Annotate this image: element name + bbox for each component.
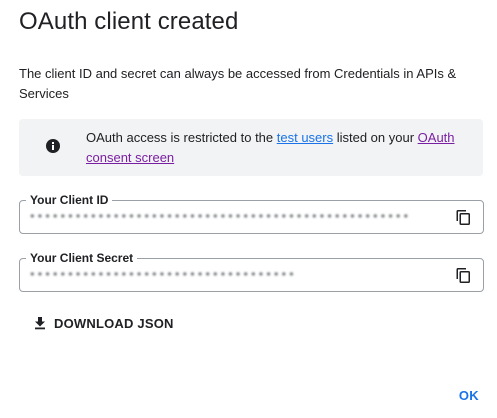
dialog-description: The client ID and secret can always be a… xyxy=(19,66,457,101)
notice-text-before: OAuth access is restricted to the xyxy=(86,130,277,145)
client-secret-value[interactable]: ••••••••••••••••••••••••••••••••••• xyxy=(29,268,309,282)
notice-text-middle: listed on your xyxy=(333,130,418,145)
copy-client-id-button[interactable] xyxy=(453,207,473,227)
download-icon xyxy=(35,317,45,330)
dialog-title: OAuth client created xyxy=(19,8,239,35)
ok-button[interactable]: OK xyxy=(459,388,479,403)
download-json-label: DOWNLOAD JSON xyxy=(54,315,174,331)
download-json-button[interactable]: DOWNLOAD JSON xyxy=(32,313,174,333)
client-secret-field[interactable]: Your Client Secret •••••••••••••••••••••… xyxy=(19,251,484,292)
notice-text: OAuth access is restricted to the test u… xyxy=(86,128,466,168)
info-icon xyxy=(43,136,63,156)
copy-icon[interactable] xyxy=(453,207,473,227)
client-id-value[interactable]: ••••••••••••••••••••••••••••••••••••••••… xyxy=(29,210,449,224)
test-users-link[interactable]: test users xyxy=(277,130,333,145)
client-id-field[interactable]: Your Client ID •••••••••••••••••••••••••… xyxy=(19,193,484,234)
copy-client-secret-button[interactable] xyxy=(453,265,473,285)
client-id-label: Your Client ID xyxy=(26,193,113,207)
test-users-notice: OAuth access is restricted to the test u… xyxy=(19,119,483,176)
client-secret-label: Your Client Secret xyxy=(26,251,138,265)
copy-icon[interactable] xyxy=(453,265,473,285)
